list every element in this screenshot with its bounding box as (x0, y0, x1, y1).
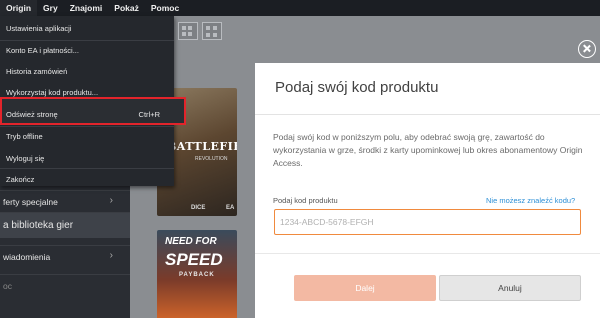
sidebar-item-game-library[interactable]: a biblioteka gier (0, 212, 130, 238)
menu-item-order-history[interactable]: Historia zamówień (0, 61, 174, 81)
menu-item-label: Historia zamówień (6, 66, 68, 76)
menu-item-label: Konto EA i płatności... (6, 45, 79, 55)
menu-games[interactable]: Gry (37, 0, 64, 16)
game-title: BATTLEFIELD 1 (167, 140, 237, 166)
product-code-input[interactable] (274, 209, 581, 235)
menu-view[interactable]: Pokaż (108, 0, 145, 16)
game-subtitle: REVOLUTION (195, 156, 228, 162)
menu-item-label: Wykorzystaj kod produktu... (6, 87, 99, 97)
game-title-line2: SPEED (165, 250, 223, 269)
menu-item-redeem-code[interactable]: Wykorzystaj kod produktu... (0, 82, 174, 102)
menu-item-label: Tryb offline (6, 131, 43, 141)
shortcut-label: Ctrl+R (138, 109, 160, 119)
sidebar-item-label: wiadomienia (3, 251, 51, 262)
sidebar-item-special-offers[interactable]: ferty specjalne › (0, 190, 130, 212)
menu-item-quit[interactable]: Zakończ (0, 169, 174, 189)
cant-find-code-link[interactable]: Nie możesz znaleźć kodu? (486, 196, 575, 205)
publisher-logo: DICE (191, 205, 206, 211)
code-field-label: Podaj kod produktu (273, 196, 338, 205)
chevron-right-icon: › (109, 250, 113, 261)
menu-origin[interactable]: Origin (0, 0, 38, 16)
sidebar-item-notifications[interactable]: wiadomienia › (0, 245, 130, 267)
sidebar-item-label: a biblioteka gier (3, 220, 74, 231)
cancel-button[interactable]: Anuluj (439, 275, 581, 301)
menu-item-sign-out[interactable]: Wyloguj się (0, 148, 174, 168)
origin-dropdown-menu: Ustawienia aplikacji Konto EA i płatnośc… (0, 16, 186, 189)
game-title-line3: PAYBACK (179, 272, 215, 278)
menu-item-refresh[interactable]: Odśwież stronę Ctrl+R (0, 104, 174, 124)
sidebar-item-label: oc (3, 280, 12, 291)
menu-item-label: Zakończ (6, 174, 35, 184)
list-view-button[interactable] (178, 22, 198, 40)
next-button[interactable]: Dalej (294, 275, 436, 301)
menu-item-label: Ustawienia aplikacji (6, 23, 72, 33)
menu-help[interactable]: Pomoc (145, 0, 185, 16)
menu-bar: Origin Gry Znajomi Pokaż Pomoc (0, 0, 600, 16)
dialog-title: Podaj swój kod produktu (275, 79, 439, 96)
menu-friends[interactable]: Znajomi (64, 0, 109, 16)
menu-item-offline-mode[interactable]: Tryb offline (0, 126, 174, 146)
menu-item-app-settings[interactable]: Ustawienia aplikacji (0, 18, 174, 38)
ea-logo: EA (226, 205, 235, 211)
sidebar-item-label: ferty specjalne (3, 196, 58, 207)
menu-item-ea-account[interactable]: Konto EA i płatności... (0, 40, 174, 60)
close-icon[interactable] (578, 40, 596, 58)
game-tile-nfs[interactable]: NEED FOR SPEED PAYBACK (157, 230, 237, 318)
view-toggle (178, 22, 222, 42)
sidebar-item-help[interactable]: oc (0, 274, 130, 296)
menu-item-label: Wyloguj się (6, 153, 45, 163)
game-title-line1: NEED FOR (165, 236, 217, 247)
dialog-description: Podaj swój kod w poniższym polu, aby ode… (273, 132, 583, 168)
grid-view-button[interactable] (202, 22, 222, 40)
dialog-header: Podaj swój kod produktu (255, 63, 600, 115)
menu-item-label: Odśwież stronę (6, 109, 58, 119)
chevron-right-icon: › (109, 195, 113, 206)
